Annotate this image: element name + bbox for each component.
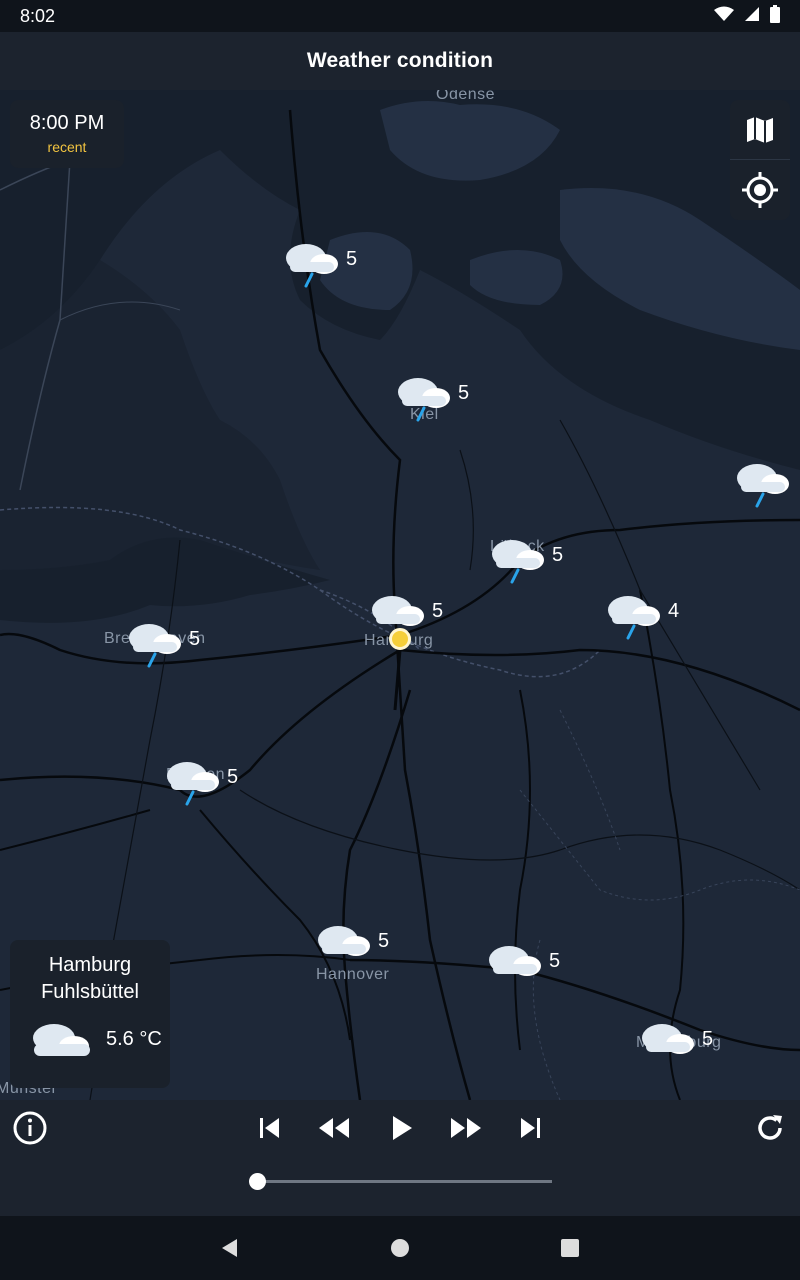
marker-value: 4 (668, 600, 680, 622)
forecast-recency: recent (47, 139, 87, 155)
cloud-icon (489, 946, 541, 976)
info-button[interactable] (10, 1108, 50, 1148)
skip-next-icon (521, 1118, 540, 1138)
refresh-icon (758, 1115, 782, 1140)
marker-value: 5 (552, 544, 564, 566)
weather-marker[interactable]: 5 (284, 236, 374, 296)
rewind-button[interactable] (314, 1108, 354, 1148)
weather-marker[interactable]: 5 (127, 616, 217, 676)
battery-icon (770, 4, 780, 28)
info-icon (13, 1111, 47, 1145)
map-controls (730, 100, 790, 220)
cloud-icon (372, 596, 424, 626)
rain-cloud-icon (286, 244, 338, 288)
marker-value: 5 (432, 600, 444, 622)
skip-previous-icon (260, 1118, 279, 1138)
map-layers-button[interactable] (730, 100, 790, 160)
play-button[interactable] (382, 1108, 422, 1148)
map-label-odense: Odense (436, 90, 496, 103)
playback-controls (0, 1100, 800, 1216)
status-icons (714, 4, 780, 28)
locate-icon (742, 172, 778, 208)
weather-marker[interactable]: 5 (165, 754, 255, 814)
time-badge: 8:00 PM recent (10, 100, 124, 168)
forecast-time: 8:00 PM (29, 112, 105, 134)
cloud-icon (318, 926, 370, 956)
play-icon (393, 1116, 412, 1140)
station-temperature: 5.6 °C (106, 1028, 162, 1050)
my-location-button[interactable] (730, 160, 790, 220)
weather-marker[interactable]: 5 (370, 588, 460, 648)
skip-to-end-button[interactable] (510, 1108, 550, 1148)
weather-marker[interactable]: 5 (316, 918, 406, 978)
nav-back-button[interactable] (214, 1232, 246, 1264)
status-time: 8:02 (20, 5, 56, 26)
timeline-thumb[interactable] (249, 1173, 266, 1190)
weather-marker[interactable]: 5 (487, 938, 577, 998)
skip-to-start-button[interactable] (250, 1108, 290, 1148)
weather-marker[interactable]: 5 (490, 532, 580, 592)
marker-value: 5 (702, 1028, 714, 1050)
nav-home-button[interactable] (384, 1232, 416, 1264)
rewind-icon (319, 1118, 349, 1138)
weather-marker[interactable]: 4 (606, 588, 696, 648)
weather-marker[interactable]: 5 (396, 370, 486, 430)
weather-marker[interactable]: 5 (640, 1016, 730, 1076)
rain-cloud-icon (167, 762, 219, 806)
station-name: Hamburg Fuhlsbüttel (41, 954, 139, 1003)
recents-icon (561, 1239, 579, 1257)
cloud-icon (33, 1024, 90, 1056)
controls-divider (730, 159, 790, 160)
rain-cloud-icon (398, 378, 450, 422)
timeline-track[interactable] (258, 1180, 552, 1183)
back-icon (222, 1239, 237, 1257)
marker-value: 5 (549, 950, 561, 972)
status-bar: 8:02 (0, 0, 800, 32)
marker-value: 5 (378, 930, 390, 952)
rain-cloud-icon (492, 540, 544, 584)
fast-forward-button[interactable] (446, 1108, 486, 1148)
page-title: Weather condition (306, 49, 494, 72)
marker-value: 5 (458, 382, 470, 404)
refresh-button[interactable] (750, 1108, 790, 1148)
rain-cloud-icon (737, 464, 789, 508)
system-nav-bar (0, 1216, 800, 1280)
home-icon (391, 1239, 409, 1257)
rain-cloud-icon (608, 596, 660, 640)
rain-cloud-icon (129, 624, 181, 668)
app-root: 8:02 Weather condition Odense Kiel Hanno… (0, 0, 800, 1280)
marker-value: 5 (346, 248, 358, 270)
wifi-icon (714, 6, 734, 27)
cloud-icon (642, 1024, 694, 1054)
nav-recents-button[interactable] (554, 1232, 586, 1264)
marker-value: 5 (189, 628, 201, 650)
marker-value: 5 (227, 766, 239, 788)
fast-forward-icon (451, 1118, 481, 1138)
weather-marker[interactable]: 5 (735, 456, 800, 516)
station-card[interactable]: Hamburg Fuhlsbüttel 5.6 °C (10, 940, 170, 1088)
map-icon (747, 117, 773, 143)
app-bar: Weather condition (0, 32, 800, 90)
signal-icon (744, 6, 760, 27)
